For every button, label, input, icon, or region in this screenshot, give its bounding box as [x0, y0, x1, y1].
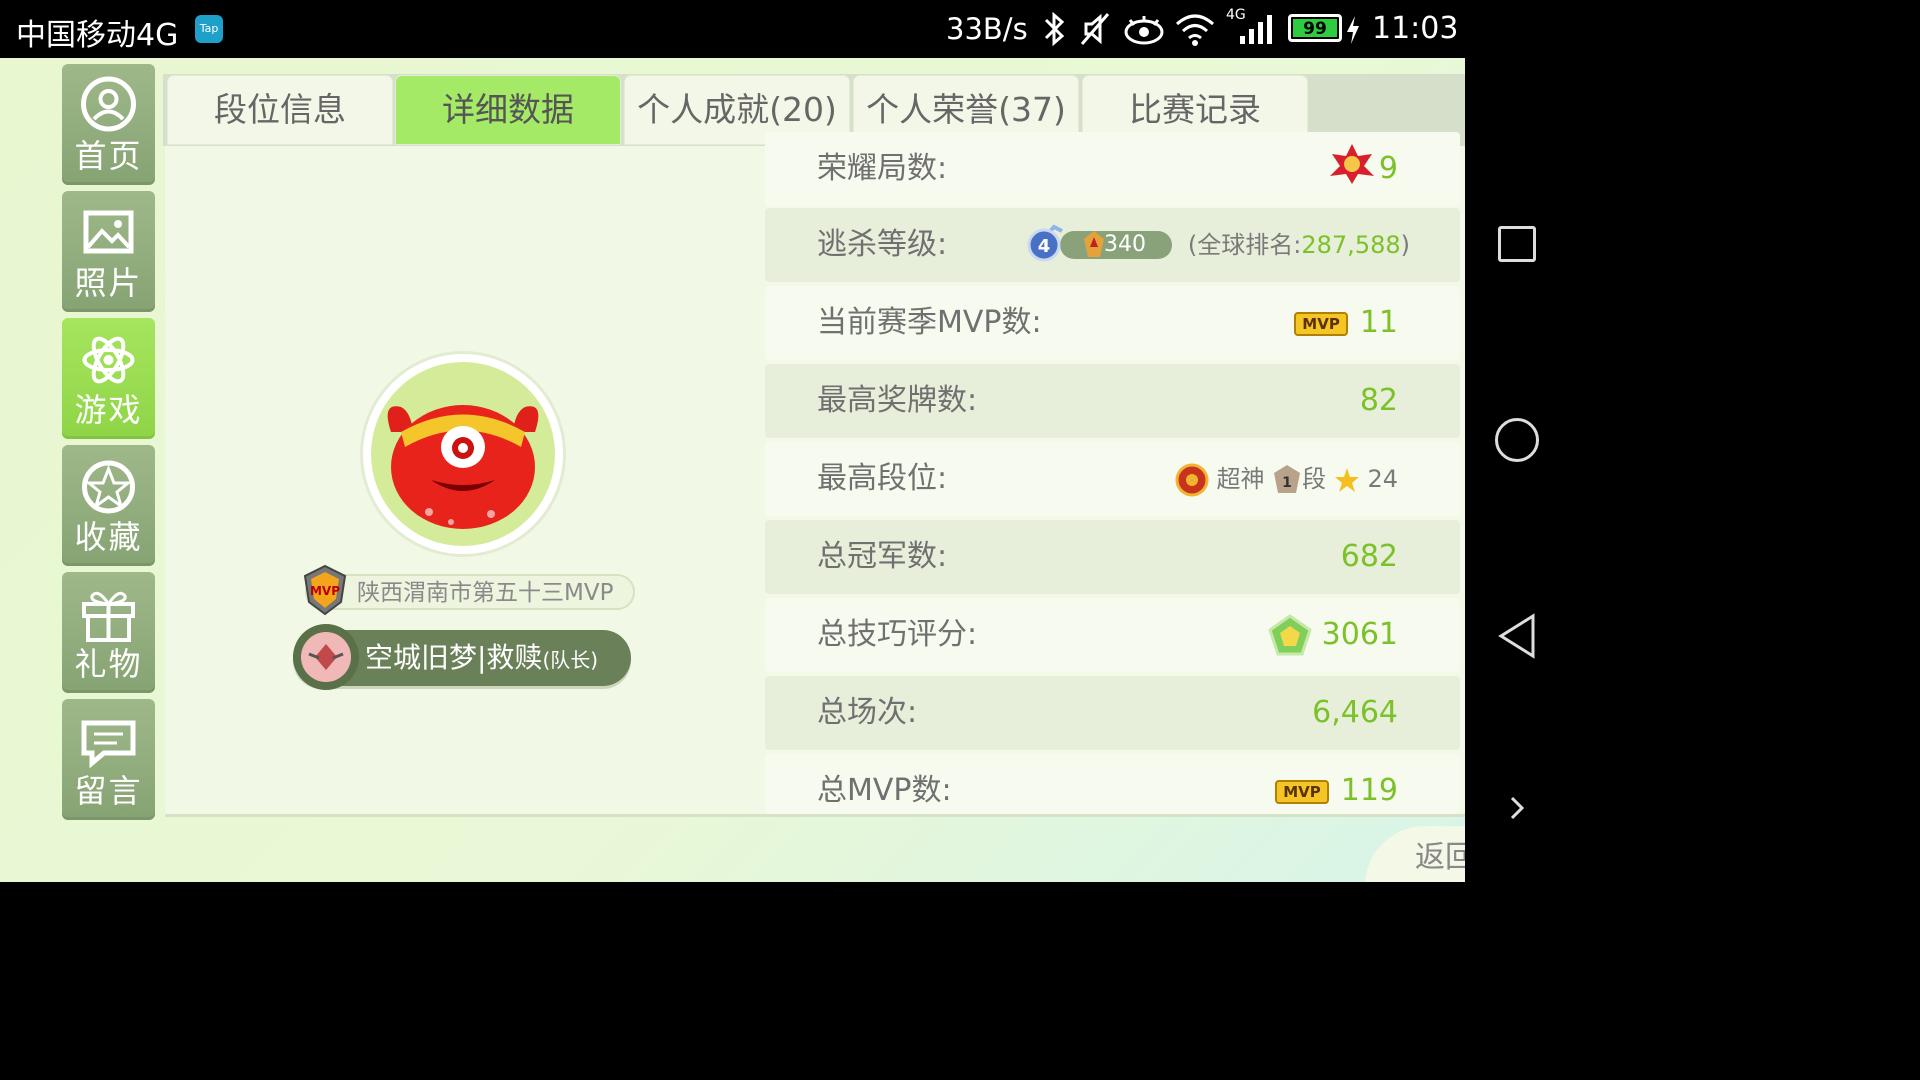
super-god-emblem-icon — [1175, 463, 1209, 497]
square-icon — [1497, 226, 1536, 262]
mvp-shield-icon: MVP — [301, 564, 349, 616]
sidebar-item-label: 礼物 — [74, 645, 143, 683]
sidebar-item-label: 留言 — [74, 772, 143, 810]
sidebar-item-label: 游戏 — [74, 391, 143, 429]
kill-value: 340 — [1060, 231, 1172, 259]
gift-icon — [62, 582, 155, 646]
stat-value: 82 — [1359, 383, 1398, 418]
eye-comfort-icon — [1122, 10, 1166, 58]
net-speed: 33B/s — [946, 12, 1028, 46]
status-bar: 中国移动4G Tap 33B/s 4G 99 11:03 — [0, 0, 1568, 58]
battery-level: 99 — [1293, 19, 1337, 39]
mvp-title-badge: 陕西渭南市第五十三MVP — [305, 574, 635, 610]
skill-pentagon-icon — [1267, 613, 1312, 655]
message-icon — [62, 709, 155, 773]
stat-value: 9 — [1378, 151, 1398, 186]
star-wreath-icon — [62, 455, 155, 519]
star-icon — [1334, 468, 1359, 492]
stat-value: 682 — [1340, 539, 1398, 574]
stat-label: 总技巧评分: — [817, 617, 978, 652]
triangle-back-icon — [1497, 613, 1534, 659]
signal-icon — [1236, 10, 1276, 58]
stat-row-glory: 荣耀局数: 9 — [765, 132, 1460, 206]
sidebar-item-label: 首页 — [74, 137, 143, 175]
sidebar-item-photos[interactable]: 照片 — [62, 191, 155, 312]
kill-level-number: 4 — [1038, 236, 1051, 257]
sidebar-item-home[interactable]: 首页 — [62, 64, 155, 185]
bluetooth-icon — [1040, 10, 1068, 58]
stat-label: 总MVP数: — [817, 773, 952, 808]
stat-label: 逃杀等级: — [817, 227, 948, 262]
stat-row-total-mvp: 总MVP数: MVP 119 — [765, 754, 1460, 814]
team-emblem-icon — [293, 624, 359, 690]
stat-row-kill-level: 逃杀等级: 4 340 (全球排名:287,588) — [765, 208, 1460, 282]
stat-label: 总冠军数: — [817, 539, 948, 574]
sidebar-item-label: 收藏 — [74, 518, 143, 556]
wifi-icon — [1174, 10, 1216, 58]
stat-row-total-games: 总场次: 6,464 — [765, 676, 1460, 750]
red-monster-avatar-icon — [371, 362, 555, 546]
avatar[interactable] — [363, 354, 563, 554]
team-role: (队长) — [542, 648, 599, 672]
tab-detailed-data[interactable]: 详细数据 — [396, 76, 620, 144]
mvp-badge-icon: MVP — [1294, 311, 1348, 336]
team-name: 空城旧梦|救赎 — [365, 641, 543, 674]
tab-rank-info[interactable]: 段位信息 — [168, 76, 392, 144]
sidebar-item-gifts[interactable]: 礼物 — [62, 572, 155, 693]
svg-text:1: 1 — [1282, 475, 1292, 491]
stat-row-championships: 总冠军数: 682 — [765, 520, 1460, 594]
stat-row-highest-rank: 最高段位: 超神 1段 24 — [765, 442, 1460, 516]
rank-shield-icon: 1 — [1274, 465, 1301, 493]
clock: 11:03 — [1372, 11, 1459, 46]
stat-value: MVP 119 — [1275, 754, 1398, 814]
mute-icon — [1078, 10, 1112, 58]
home-button[interactable] — [1465, 400, 1568, 480]
system-nav-bar — [1465, 58, 1568, 882]
recents-button[interactable] — [1465, 204, 1568, 284]
stat-row-season-mvp: 当前赛季MVP数: MVP 11 — [765, 286, 1460, 360]
stat-label: 荣耀局数: — [817, 151, 948, 186]
stat-row-skill-score: 总技巧评分: 3061 — [765, 598, 1460, 672]
circle-icon — [1494, 418, 1539, 462]
svg-text:MVP: MVP — [310, 584, 340, 598]
battery-icon: 99 — [1288, 14, 1342, 42]
stat-value: 6,464 — [1312, 695, 1398, 730]
stat-label: 总场次: — [817, 695, 918, 730]
sidebar-item-label: 照片 — [74, 264, 143, 302]
stat-label: 最高奖牌数: — [817, 383, 978, 418]
image-icon — [62, 201, 155, 265]
carrier-label: 中国移动4G — [16, 18, 179, 53]
glory-crest-icon — [1324, 140, 1380, 184]
detail-panel: 陕西渭南市第五十三MVP MVP 空城旧梦|救赎(队长) 荣耀局数: 9 逃杀等… — [165, 132, 1465, 817]
stat-label: 当前赛季MVP数: — [817, 305, 1042, 340]
global-rank: (全球排名:287,588) — [1187, 231, 1410, 259]
stat-value: MVP 11 — [1294, 286, 1398, 360]
back-button[interactable]: 返回 — [1365, 826, 1465, 882]
stat-row-medals: 最高奖牌数: 82 — [765, 364, 1460, 438]
kill-level-badge: 4 340 — [1027, 224, 1172, 263]
atom-icon — [62, 328, 155, 392]
back-nav-button[interactable] — [1465, 596, 1568, 676]
expand-nav-button[interactable] — [1465, 768, 1568, 848]
rank-detail: 超神 1段 24 — [1175, 442, 1398, 516]
tap-app-icon: Tap — [195, 15, 223, 43]
stat-value: 3061 — [1267, 598, 1398, 672]
user-icon — [62, 74, 155, 138]
charging-icon — [1345, 10, 1361, 58]
profile-area: 陕西渭南市第五十三MVP MVP 空城旧梦|救赎(队长) — [165, 146, 765, 814]
sidebar-item-games[interactable]: 游戏 — [62, 318, 155, 439]
sidebar-item-favorites[interactable]: 收藏 — [62, 445, 155, 566]
chevron-right-icon — [1510, 796, 1524, 820]
sidebar-item-messages[interactable]: 留言 — [62, 699, 155, 820]
mvp-badge-icon: MVP — [1275, 779, 1329, 804]
app-window: 首页 照片 游戏 收藏 礼物 留言 段位信息 详细数据 个人成就(20) 个人荣… — [0, 58, 1465, 882]
stat-label: 最高段位: — [817, 461, 948, 496]
